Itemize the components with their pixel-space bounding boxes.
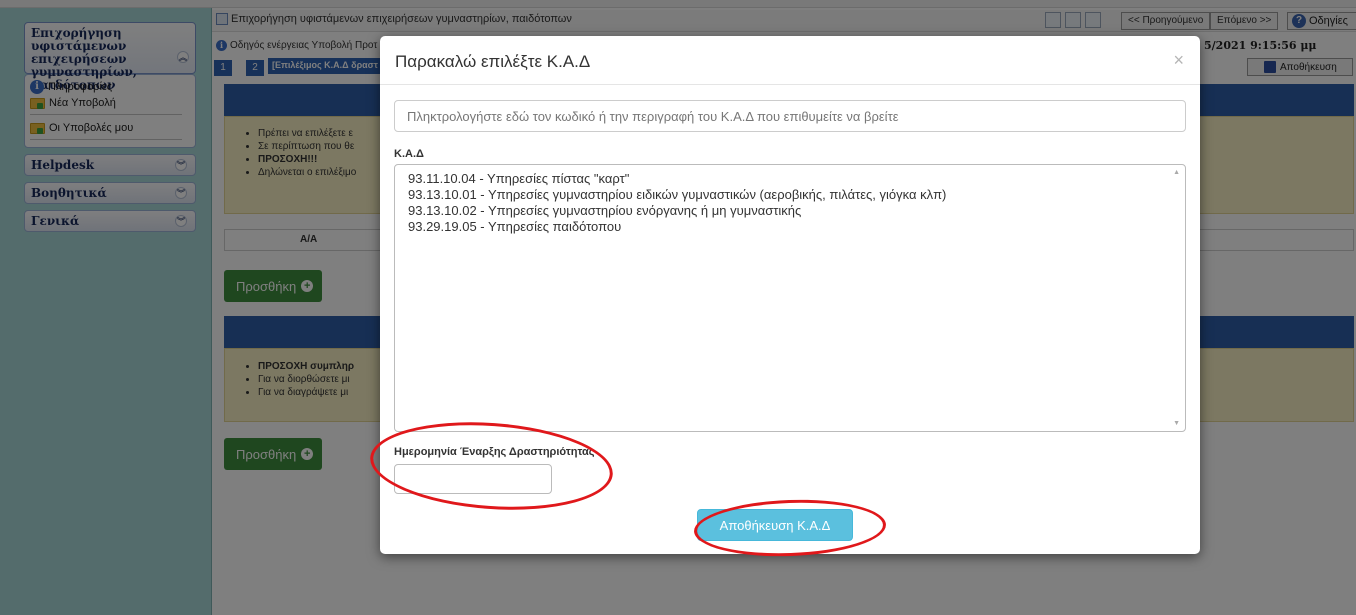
modal-title: Παρακαλώ επιλέξτε Κ.Α.Δ — [395, 52, 591, 71]
kad-label: Κ.Α.Δ — [394, 148, 424, 160]
kad-option[interactable]: 93.11.10.04 - Υπηρεσίες πίστας "καρτ" — [408, 171, 1185, 187]
kad-option[interactable]: 93.13.10.01 - Υπηρεσίες γυμναστηρίου ειδ… — [408, 187, 1185, 203]
kad-listbox[interactable]: 93.11.10.04 - Υπηρεσίες πίστας "καρτ" 93… — [394, 164, 1186, 432]
divider — [380, 84, 1200, 85]
scroll-down-icon[interactable]: ▼ — [1173, 420, 1180, 427]
kad-option[interactable]: 93.29.19.05 - Υπηρεσίες παιδότοπου — [408, 219, 1185, 235]
kad-option[interactable]: 93.13.10.02 - Υπηρεσίες γυμναστηρίου ενό… — [408, 203, 1185, 219]
close-icon[interactable]: × — [1173, 50, 1184, 71]
kad-search-input[interactable] — [394, 100, 1186, 132]
scroll-up-icon[interactable]: ▲ — [1173, 169, 1180, 176]
